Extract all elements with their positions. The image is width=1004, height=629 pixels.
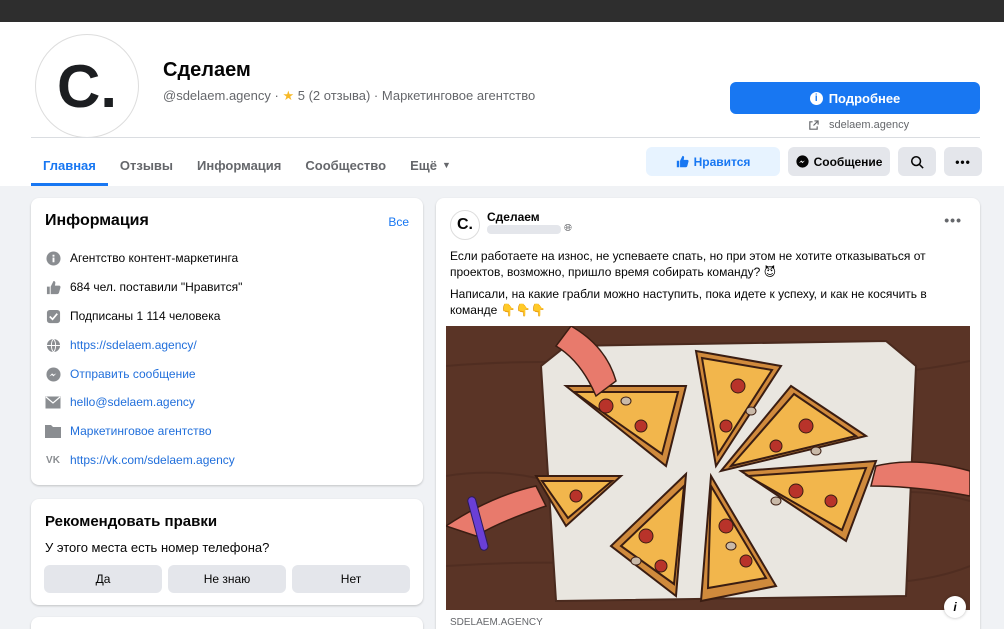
page-header: C. Сделаем @sdelaem.agency · ★ 5 (2 отзы… xyxy=(0,22,1004,186)
post-date-redacted xyxy=(487,225,561,234)
tab-community[interactable]: Сообщество xyxy=(293,144,398,186)
tab-reviews[interactable]: Отзывы xyxy=(108,144,185,186)
website-label: sdelaem.agency xyxy=(829,119,910,131)
info-icon xyxy=(45,250,61,266)
globe-icon: 🌐︎ xyxy=(564,223,572,234)
search-button[interactable] xyxy=(898,147,936,176)
more-info-label: Подробнее xyxy=(828,90,901,106)
page-tabs: Главная Отзывы Информация Сообщество Ещё… xyxy=(31,144,463,186)
messenger-icon xyxy=(795,155,809,168)
star-icon: ★ xyxy=(282,88,295,103)
suggest-edits-card: Рекомендовать правки У этого места есть … xyxy=(31,499,423,605)
check-icon xyxy=(45,308,61,324)
info-row-category[interactable]: Маркетинговое агентство xyxy=(45,423,212,439)
answer-yes-button[interactable]: Да xyxy=(44,565,162,593)
post-card: C. Сделаем 🌐︎ ••• Если работаете на изно… xyxy=(436,198,980,629)
post-image-pizza[interactable] xyxy=(446,326,970,610)
suggest-edits-question: У этого места есть номер телефона? xyxy=(45,540,270,555)
info-row-text: Подписаны 1 114 человека xyxy=(70,309,221,323)
rating-value: 5 xyxy=(297,88,305,103)
globe-icon xyxy=(45,337,61,353)
info-row-email[interactable]: hello@sdelaem.agency xyxy=(45,394,195,410)
post-text-paragraph: Написали, на какие грабли можно наступит… xyxy=(450,287,927,317)
website-link[interactable]: sdelaem.agency xyxy=(808,119,909,131)
info-row-text: https://vk.com/sdelaem.agency xyxy=(70,453,235,467)
link-source-domain[interactable]: SDELAEM.AGENCY xyxy=(450,617,543,628)
answer-no-button[interactable]: Нет xyxy=(292,565,410,593)
tab-home[interactable]: Главная xyxy=(31,144,108,186)
more-options-button[interactable]: ••• xyxy=(944,147,982,176)
info-row-text: hello@sdelaem.agency xyxy=(70,395,195,409)
info-row-likes: 684 чел. поставили "Нравится" xyxy=(45,279,242,295)
rating-reviews[interactable]: (2 отзыва) xyxy=(309,88,371,103)
vk-icon: VK xyxy=(46,454,60,466)
suggest-edits-title: Рекомендовать правки xyxy=(45,513,218,530)
mail-icon xyxy=(45,394,61,410)
post-avatar[interactable]: C. xyxy=(450,210,480,240)
search-icon xyxy=(910,155,924,169)
about-card: Информация Все Агентство контент-маркети… xyxy=(31,198,423,485)
post-text-paragraph: Если работаете на износ, не успеваете сп… xyxy=(450,249,926,279)
info-row-description: Агентство контент-маркетинга xyxy=(45,250,238,266)
post-author[interactable]: Сделаем xyxy=(487,210,540,224)
info-row-text: Агентство контент-маркетинга xyxy=(70,251,239,265)
message-button[interactable]: Сообщение xyxy=(788,147,890,176)
messenger-icon xyxy=(45,366,61,382)
info-row-text: https://sdelaem.agency/ xyxy=(70,338,197,352)
next-card xyxy=(31,617,423,629)
info-row-vk[interactable]: VK https://vk.com/sdelaem.agency xyxy=(45,452,235,468)
tab-about[interactable]: Информация xyxy=(185,144,293,186)
info-row-send-message[interactable]: Отправить сообщение xyxy=(45,366,196,382)
post-options-button[interactable]: ••• xyxy=(944,212,962,228)
tab-more[interactable]: Ещё ▼ xyxy=(398,144,463,186)
tab-more-label: Ещё xyxy=(410,157,437,173)
info-row-text: Отправить сообщение xyxy=(70,367,196,381)
header-divider xyxy=(31,137,980,138)
info-row-text: 684 чел. поставили "Нравится" xyxy=(70,280,243,294)
see-all-link[interactable]: Все xyxy=(388,215,409,229)
like-button[interactable]: Нравится xyxy=(646,147,780,176)
image-info-button[interactable]: i xyxy=(944,596,966,618)
page-name: Сделаем xyxy=(163,59,251,81)
ellipsis-icon: ••• xyxy=(955,154,971,169)
message-label: Сообщение xyxy=(813,154,883,169)
info-row-followers: Подписаны 1 114 человека xyxy=(45,308,220,324)
caret-down-icon: ▼ xyxy=(441,160,451,170)
page-avatar[interactable]: C. xyxy=(35,34,139,138)
page-handle[interactable]: @sdelaem.agency xyxy=(163,88,271,103)
more-info-button[interactable]: i Подробнее xyxy=(730,82,980,114)
page-category[interactable]: Маркетинговое агентство xyxy=(382,88,535,103)
answer-unknown-button[interactable]: Не знаю xyxy=(168,565,286,593)
info-row-website[interactable]: https://sdelaem.agency/ xyxy=(45,337,197,353)
page-actions: Нравится Сообщение ••• xyxy=(646,147,982,176)
browser-top-bar xyxy=(0,0,1004,22)
about-title: Информация xyxy=(45,212,149,229)
info-row-text: Маркетинговое агентство xyxy=(70,424,212,438)
thumbs-up-icon xyxy=(45,279,61,295)
folder-icon xyxy=(45,423,61,439)
info-icon: i xyxy=(809,91,823,105)
external-link-icon xyxy=(809,119,819,130)
page-meta: @sdelaem.agency · ★ 5 (2 отзыва) · Марке… xyxy=(163,88,536,103)
thumbs-up-icon xyxy=(676,155,689,168)
like-label: Нравится xyxy=(693,154,751,169)
